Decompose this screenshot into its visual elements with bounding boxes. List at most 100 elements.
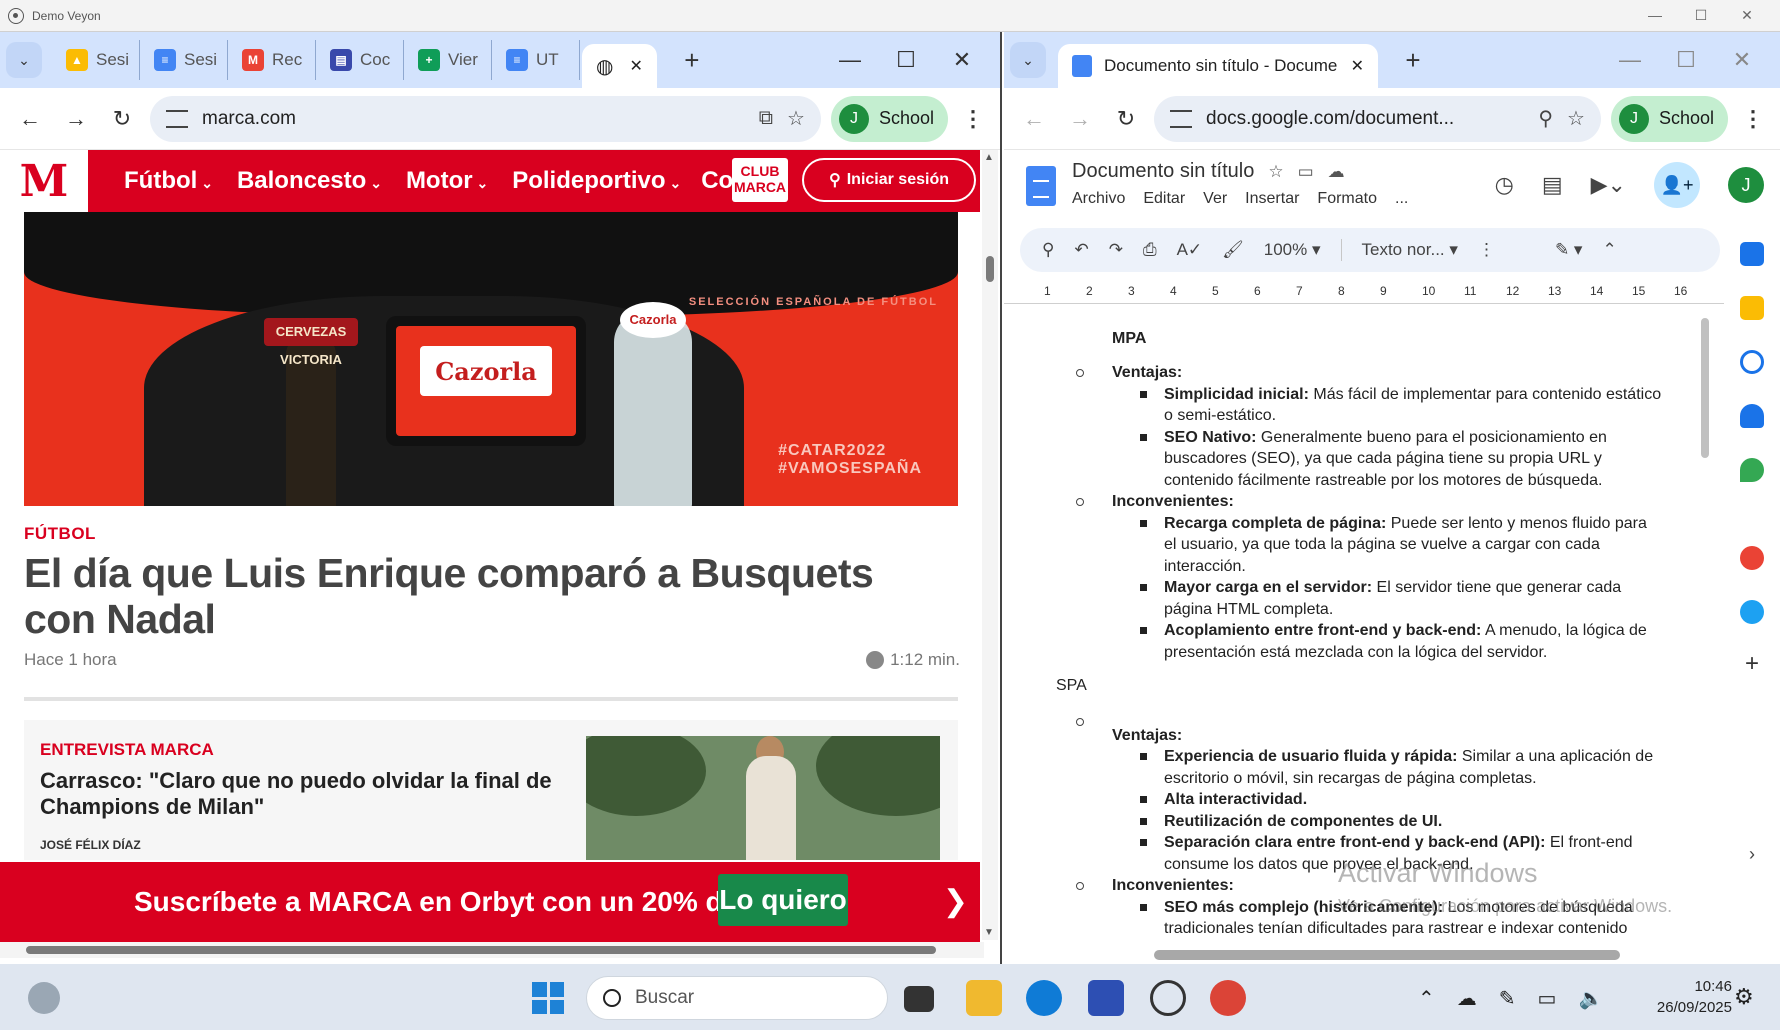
new-tab-button[interactable]: + [677,45,707,76]
nav-polideportivo[interactable]: Polideportivo ⌄ [512,167,681,195]
profile-button[interactable]: J School [1610,95,1728,142]
minimize-button[interactable]: — [1632,4,1678,26]
menu-kebab-icon[interactable]: ⋮ [1738,106,1768,132]
site-settings-icon[interactable] [1170,109,1192,128]
collapse-icon[interactable]: ⌃ [1602,240,1616,260]
tab-4[interactable]: ▤ Coc [318,40,404,80]
tab-search-button[interactable]: ⌄ [6,42,42,78]
tab-1[interactable]: ▲ Sesi [54,40,140,80]
tab-active-docs[interactable]: Documento sin título - Docume ✕ [1058,44,1378,88]
nav-futbol[interactable]: Fútbol ⌄ [124,167,213,195]
translate-icon[interactable]: ⧉ [759,107,773,130]
clock[interactable]: 10:46 26/09/2025 [1630,976,1732,1018]
tab-3[interactable]: M Rec [230,40,316,80]
history-icon[interactable]: ◷ [1495,172,1514,198]
pen-icon[interactable]: ✎ [1499,986,1516,1011]
redo-icon[interactable]: ↷ [1109,240,1123,260]
close-button[interactable]: ✕ [1724,4,1770,26]
address-bar[interactable]: docs.google.com/document... ⚲ ☆ [1154,95,1601,142]
forward-button[interactable]: → [1062,101,1098,137]
bookmark-star-icon[interactable]: ☆ [1567,106,1585,131]
new-tab-button[interactable]: + [1398,45,1428,76]
calendar-icon[interactable] [1740,242,1764,266]
star-icon[interactable]: ☆ [1268,162,1283,182]
article-card[interactable]: ENTREVISTA MARCA Carrasco: "Claro que no… [24,720,958,860]
back-button[interactable]: ← [1016,101,1052,137]
maximize-button[interactable]: ☐ [1678,4,1724,26]
site-settings-icon[interactable] [166,109,188,128]
minimize-button[interactable]: — [822,42,878,78]
meet-icon[interactable]: ▶⌄ [1591,172,1626,198]
onedrive-icon[interactable]: ☁ [1457,986,1477,1011]
notification-icon[interactable]: ⚙ [1734,984,1754,1010]
article-headline[interactable]: El día que Luis Enrique comparó a Busque… [24,550,944,642]
tab-search-button[interactable]: ⌄ [1010,42,1046,78]
contacts-icon[interactable] [1740,404,1764,428]
tab-active-marca[interactable]: ◍ ✕ [582,44,657,88]
menu-kebab-icon[interactable]: ⋮ [958,106,988,132]
ruler[interactable]: 1 2 3 4 5 6 7 8 9 10 11 12 13 14 15 16 [1004,282,1724,304]
network-icon[interactable]: ▭ [1538,986,1557,1011]
card-image[interactable] [586,736,940,860]
address-bar[interactable]: marca.com ⧉ ☆ [150,95,821,142]
search-icon[interactable]: ⚲ [1042,240,1054,260]
scroll-down-icon[interactable]: ▼ [984,927,994,938]
menu-more[interactable]: ... [1395,190,1408,208]
volume-icon[interactable]: 🔈 [1578,986,1603,1011]
store-icon[interactable] [1088,980,1124,1016]
menu-archivo[interactable]: Archivo [1072,190,1125,208]
edit-mode-icon[interactable]: ✎ ▾ [1555,240,1583,260]
scroll-thumb[interactable] [1701,318,1709,458]
tab-5[interactable]: + Vier [406,40,492,80]
close-button[interactable]: ✕ [1714,42,1770,78]
spellcheck-icon[interactable]: A✓ [1177,240,1203,260]
docs-scrollbar[interactable] [1701,318,1711,738]
chevron-right-icon[interactable]: ❯ [943,884,968,919]
login-button[interactable]: ⚲ Iniciar sesión [802,158,976,202]
doc-title[interactable]: Documento sin título [1072,160,1254,183]
minimize-button[interactable]: — [1602,42,1658,78]
tasks-icon[interactable] [1740,350,1764,374]
forward-button[interactable]: → [58,101,94,137]
chrome-icon[interactable] [1210,980,1246,1016]
avatar[interactable]: J [1728,167,1764,203]
promo-button[interactable]: Lo quiero [718,874,848,926]
bookmark-star-icon[interactable]: ☆ [787,106,805,131]
close-button[interactable]: ✕ [934,42,990,78]
keep-icon[interactable] [1740,296,1764,320]
edge-icon[interactable] [1026,980,1062,1016]
maximize-button[interactable]: ☐ [1658,42,1714,78]
more-tools-icon[interactable]: ⋮ [1478,240,1495,260]
addon-icon[interactable] [1740,546,1764,570]
reload-button[interactable]: ↻ [1108,101,1144,137]
horizontal-scrollbar[interactable] [0,942,984,958]
maximize-button[interactable]: ☐ [878,42,934,78]
docs-horizontal-scrollbar[interactable] [1154,950,1620,960]
article-kicker[interactable]: FÚTBOL [24,524,96,544]
share-button[interactable]: 👤+ [1654,162,1700,208]
marca-logo[interactable]: M [0,150,88,212]
comment-icon[interactable]: ▤ [1542,172,1563,198]
reload-button[interactable]: ↻ [104,101,140,137]
menu-insertar[interactable]: Insertar [1245,190,1299,208]
docs-logo-icon[interactable] [1026,166,1056,206]
zoom-select[interactable]: 100% ▾ [1264,240,1321,260]
menu-editar[interactable]: Editar [1143,190,1185,208]
style-select[interactable]: Texto nor... ▾ [1362,240,1458,260]
scroll-thumb[interactable] [26,946,936,954]
back-button[interactable]: ← [12,101,48,137]
tab-2[interactable]: ≡ Sesi [142,40,228,80]
chevron-up-icon[interactable]: ⌃ [1418,986,1435,1011]
move-folder-icon[interactable]: ▭ [1298,162,1314,182]
undo-icon[interactable]: ↶ [1074,240,1088,260]
vertical-scrollbar[interactable]: ▲ ▼ [982,150,998,940]
tab-close-button[interactable]: ✕ [1351,56,1364,76]
maps-icon[interactable] [1740,458,1764,482]
menu-ver[interactable]: Ver [1203,190,1227,208]
veyon-icon[interactable] [1150,980,1186,1016]
task-view-icon[interactable] [904,986,934,1012]
tab-6[interactable]: ≡ UT [494,40,580,80]
scroll-up-icon[interactable]: ▲ [984,152,994,163]
addon-cloud-icon[interactable] [1740,600,1764,624]
paint-format-icon[interactable]: 🖌 [1222,240,1244,260]
